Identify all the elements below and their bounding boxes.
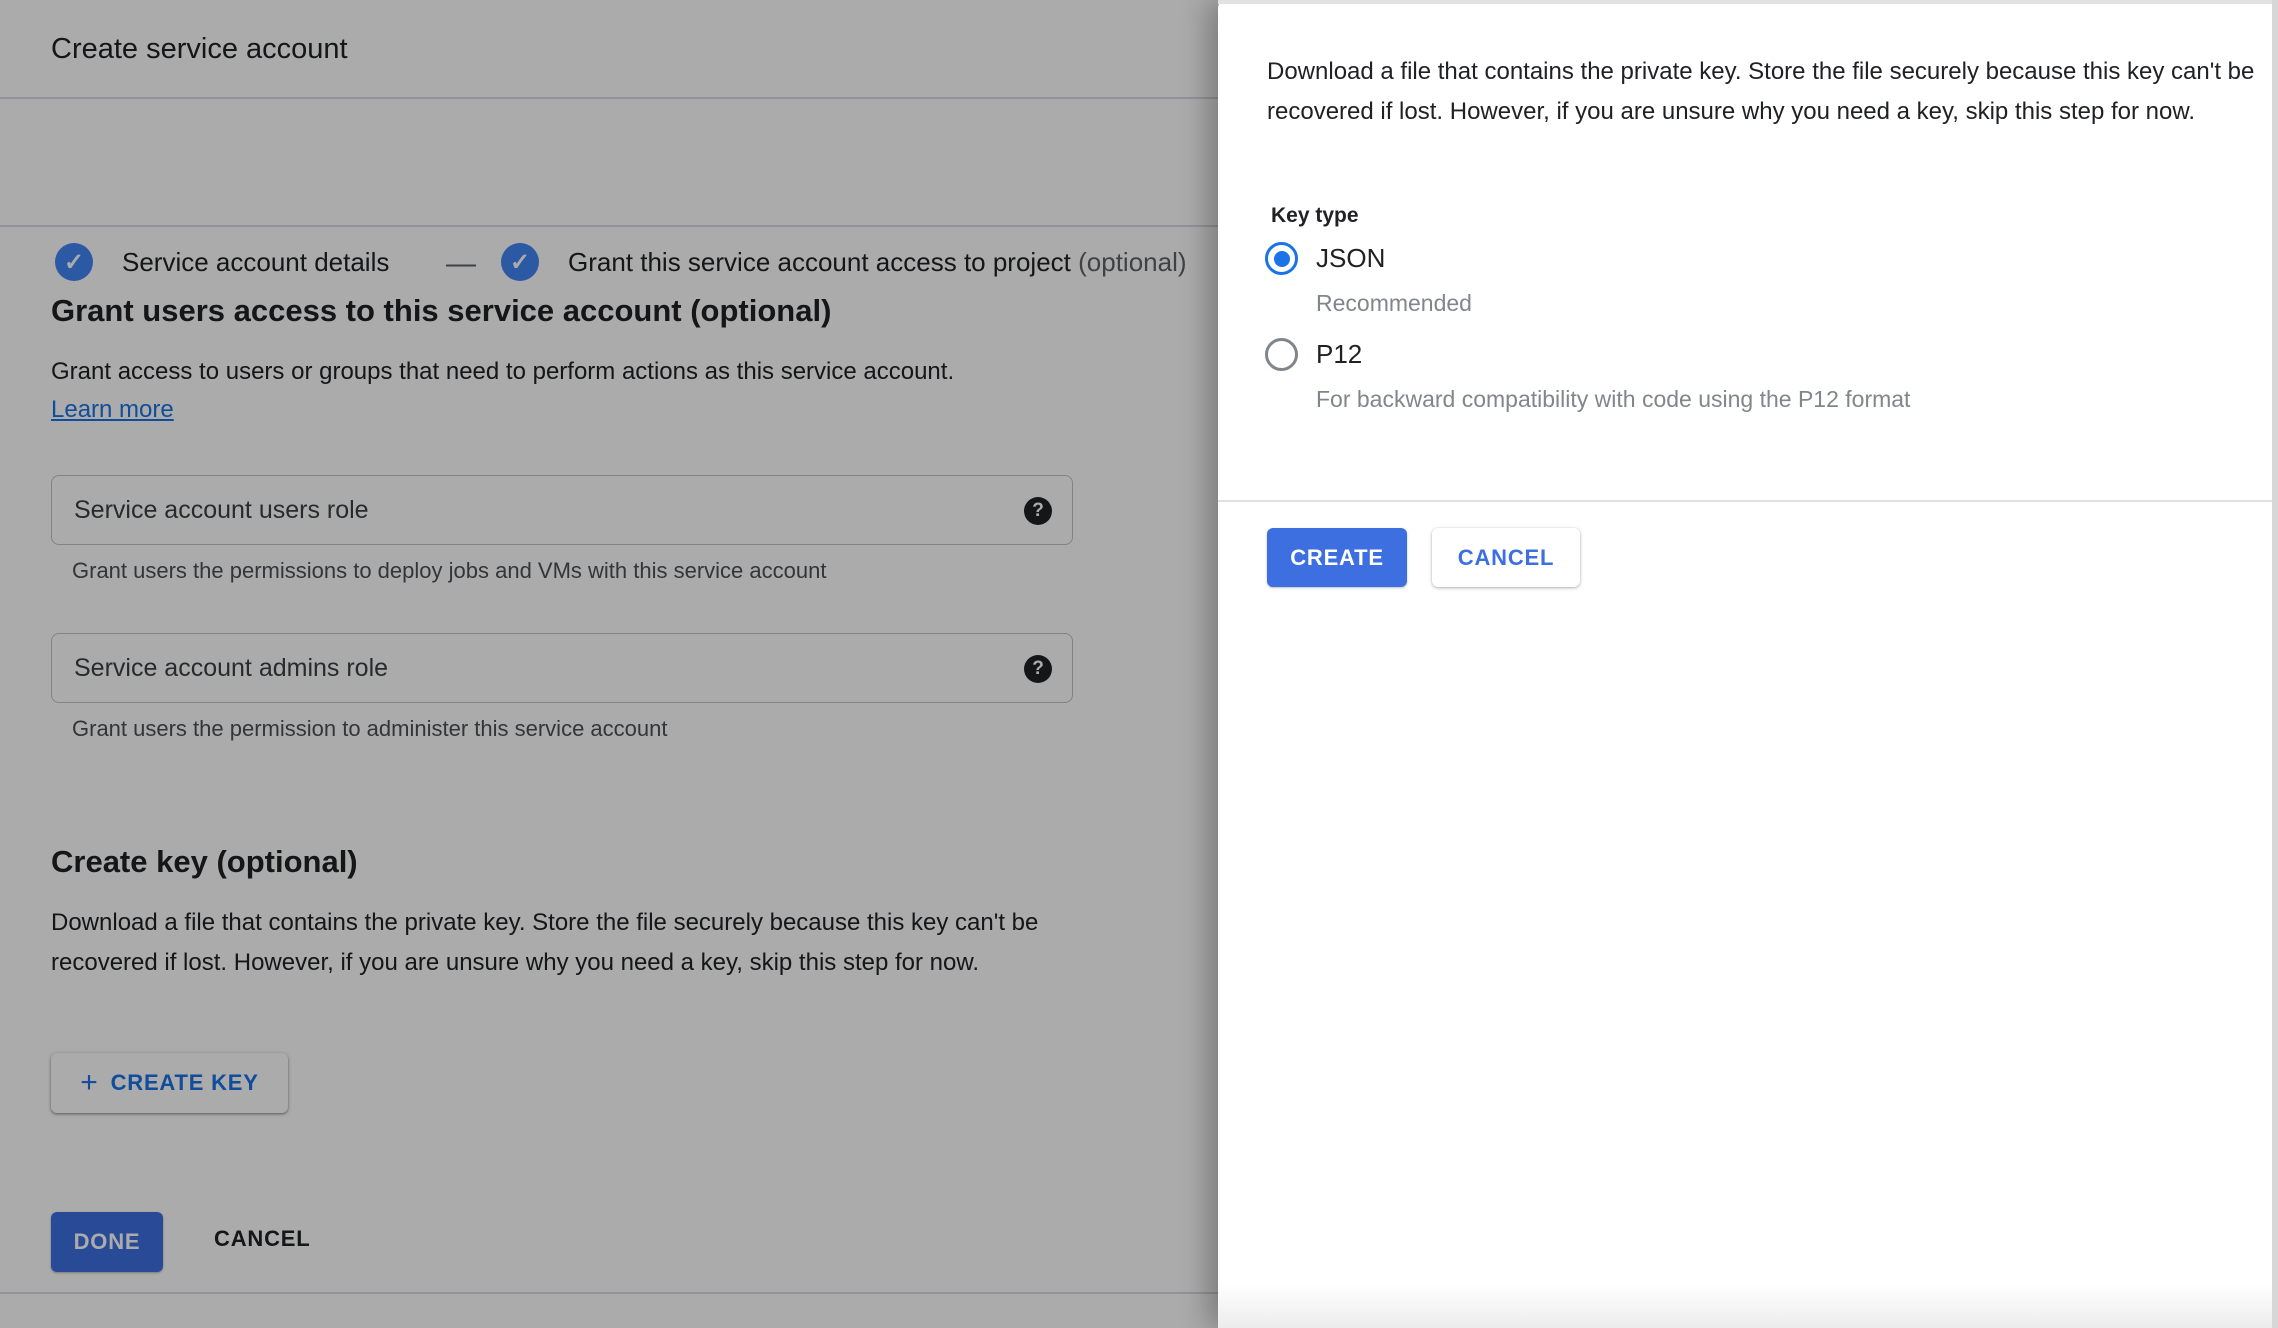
- radio-selected-icon[interactable]: [1265, 242, 1298, 275]
- key-type-option-json[interactable]: JSON: [1265, 242, 1385, 275]
- key-type-option-p12[interactable]: P12: [1265, 338, 1362, 371]
- radio-dot: [1274, 251, 1290, 267]
- panel-actions-divider: [1218, 500, 2272, 502]
- p12-option-description: For backward compatibility with code usi…: [1316, 384, 1910, 414]
- radio-unselected-icon[interactable]: [1265, 338, 1298, 371]
- window-edge-strip: [2272, 0, 2278, 1328]
- panel-description: Download a file that contains the privat…: [1267, 52, 2257, 132]
- panel-cancel-button[interactable]: CANCEL: [1432, 528, 1580, 587]
- screen: Create service account ✓ Service account…: [0, 0, 2278, 1328]
- radio-label-json: JSON: [1316, 242, 1385, 275]
- panel-bottom-fade: [1218, 1284, 2272, 1328]
- create-button[interactable]: CREATE: [1267, 528, 1407, 587]
- panel-top-edge: [1218, 0, 2272, 4]
- key-type-label: Key type: [1271, 204, 1359, 228]
- radio-label-p12: P12: [1316, 338, 1362, 371]
- json-option-description: Recommended: [1316, 288, 1472, 318]
- create-key-panel: Download a file that contains the privat…: [1218, 0, 2272, 1328]
